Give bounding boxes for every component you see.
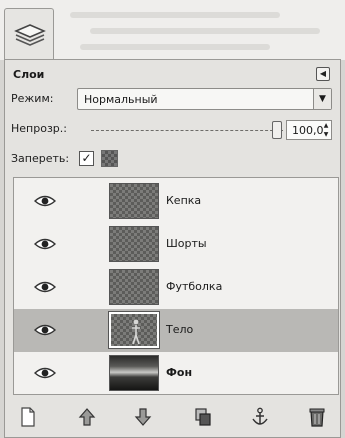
opacity-slider-thumb[interactable] xyxy=(272,121,282,139)
layer-row[interactable]: Кепка xyxy=(14,180,338,223)
layer-name[interactable]: Шорты xyxy=(166,237,207,250)
layer-thumbnail xyxy=(109,183,159,219)
raise-layer-icon[interactable] xyxy=(78,407,96,427)
layers-list: Кепка Шорты Футболка Тело Фон xyxy=(13,177,339,395)
opacity-row: Непрозр.: 100,0 ▲ ▼ xyxy=(5,118,342,142)
layer-row[interactable]: Футболка xyxy=(14,266,338,309)
lock-row: Запереть: ✓ xyxy=(5,148,342,170)
layer-row-selected[interactable]: Тело xyxy=(14,309,338,352)
eye-icon[interactable] xyxy=(34,237,56,251)
mode-label: Режим: xyxy=(11,92,54,105)
mode-row: Режим: Нормальный ▼ xyxy=(5,88,342,112)
layers-tab-icon xyxy=(14,24,46,46)
layer-thumbnail xyxy=(109,355,159,391)
body-figure-icon xyxy=(132,319,140,345)
layer-thumbnail xyxy=(109,269,159,305)
chevron-down-icon[interactable]: ▼ xyxy=(313,89,331,109)
mode-value: Нормальный xyxy=(84,93,158,106)
eye-icon[interactable] xyxy=(34,323,56,337)
layer-row[interactable]: Фон xyxy=(14,352,338,395)
lock-label: Запереть: xyxy=(11,152,70,165)
opacity-label: Непрозр.: xyxy=(11,122,67,135)
lock-alpha-icon[interactable] xyxy=(101,150,118,167)
panel-header: Слои ◀ xyxy=(5,62,342,84)
new-layer-icon[interactable] xyxy=(19,407,37,427)
layer-name[interactable]: Тело xyxy=(166,323,193,336)
layers-panel: Слои ◀ Режим: Нормальный ▼ Непрозр.: 100… xyxy=(4,59,341,438)
opacity-spinbutton[interactable]: 100,0 ▲ ▼ xyxy=(286,120,332,140)
eye-icon[interactable] xyxy=(34,366,56,380)
eye-icon[interactable] xyxy=(34,280,56,294)
layers-toolbar xyxy=(5,398,340,436)
lower-layer-icon[interactable] xyxy=(134,407,152,427)
layer-name[interactable]: Фон xyxy=(166,366,192,379)
duplicate-layer-icon[interactable] xyxy=(194,407,212,427)
anchor-layer-icon[interactable] xyxy=(251,407,269,427)
spin-arrows-icon[interactable]: ▲ ▼ xyxy=(322,121,330,139)
layer-thumbnail xyxy=(109,226,159,262)
layers-tab[interactable] xyxy=(4,8,54,60)
layer-name[interactable]: Кепка xyxy=(166,194,201,207)
panel-title: Слои xyxy=(13,68,45,81)
layer-name[interactable]: Футболка xyxy=(166,280,222,293)
lock-pixels-checkbox[interactable]: ✓ xyxy=(79,151,94,166)
layer-thumbnail xyxy=(108,311,160,349)
mode-select[interactable]: Нормальный ▼ xyxy=(77,88,332,110)
eye-icon[interactable] xyxy=(34,194,56,208)
opacity-value: 100,0 xyxy=(292,124,324,137)
opacity-slider-track[interactable] xyxy=(91,130,283,131)
layer-row[interactable]: Шорты xyxy=(14,223,338,266)
panel-menu-arrow-icon[interactable]: ◀ xyxy=(316,67,330,81)
delete-layer-icon[interactable] xyxy=(308,407,326,427)
